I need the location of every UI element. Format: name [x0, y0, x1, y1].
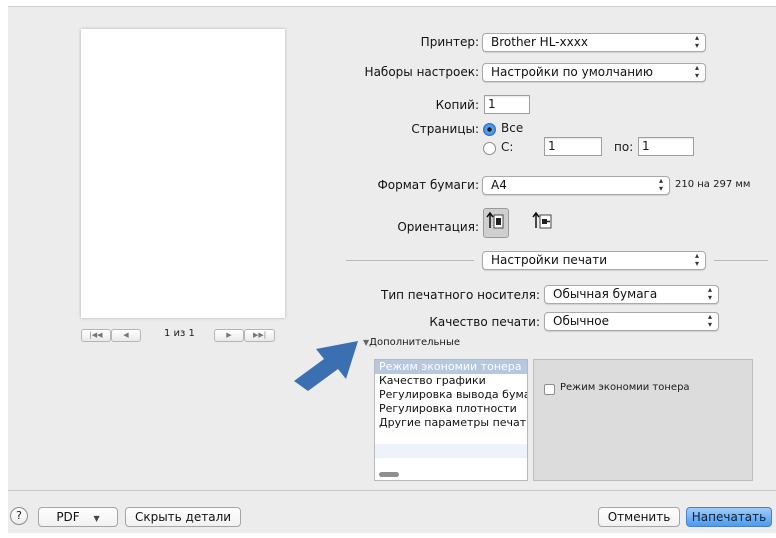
previous-page-button[interactable]: ◀	[111, 329, 141, 342]
pages-to-field[interactable]: 1	[638, 137, 694, 156]
pages-all-label: Все	[501, 121, 524, 135]
page-indicator: 1 из 1	[164, 328, 195, 339]
list-item[interactable]: Регулировка плотности	[375, 402, 527, 416]
print-quality-select[interactable]: Обычное ▴ ▾	[544, 312, 719, 331]
paper-size-value: A4	[491, 178, 507, 192]
popup-arrows-icon: ▴ ▾	[694, 33, 699, 50]
advanced-disclosure[interactable]: ▼Дополнительные	[363, 337, 460, 348]
media-type-value: Обычная бумага	[553, 287, 658, 301]
next-page-icon: ▶	[226, 331, 232, 339]
chevron-down-icon: ▼	[93, 514, 100, 523]
toner-save-label: Режим экономии тонера	[560, 382, 690, 393]
section-value: Настройки печати	[491, 253, 608, 267]
presets-value: Настройки по умолчанию	[491, 65, 653, 79]
advanced-option-panel: Режим экономии тонера	[533, 359, 753, 481]
media-type-select[interactable]: Обычная бумага ▴ ▾	[544, 285, 719, 304]
help-label: ?	[16, 509, 22, 522]
pdf-label: PDF	[56, 510, 80, 524]
paper-dimensions: 210 на 297 мм	[675, 179, 751, 190]
pages-label: Страницы:	[411, 122, 479, 136]
pages-from-field[interactable]: 1	[544, 137, 602, 156]
printer-label: Принтер:	[420, 35, 479, 49]
cancel-button[interactable]: Отменить	[598, 507, 680, 527]
list-item[interactable]: Качество графики	[375, 374, 527, 388]
page-preview	[81, 29, 285, 318]
empty-row	[375, 430, 527, 444]
paper-size-label: Формат бумаги:	[377, 178, 479, 192]
pages-range-radio[interactable]	[483, 142, 496, 155]
toner-save-checkbox[interactable]	[544, 384, 555, 395]
printer-select[interactable]: Brother HL-xxxx ▴ ▾	[482, 33, 706, 52]
presets-select[interactable]: Настройки по умолчанию ▴ ▾	[482, 63, 706, 82]
hide-details-button[interactable]: Скрыть детали	[125, 507, 241, 527]
list-scrollbar[interactable]	[379, 472, 399, 477]
list-item[interactable]: Другие параметры печати	[375, 416, 527, 430]
pages-from-label: С:	[501, 140, 514, 154]
advanced-options-list[interactable]: Режим экономии тонера Качество графики Р…	[374, 359, 528, 481]
first-page-icon: |◀◀	[89, 331, 103, 339]
footer-separator	[8, 490, 776, 491]
empty-row	[375, 458, 527, 472]
popup-arrows-icon: ▴ ▾	[707, 285, 712, 302]
pdf-menu-button[interactable]: PDF ▼	[38, 507, 118, 527]
previous-page-icon: ◀	[123, 331, 129, 339]
landscape-orientation-icon	[532, 211, 552, 229]
advanced-label: Дополнительные	[369, 337, 461, 348]
popup-arrows-icon: ▴ ▾	[694, 251, 699, 268]
print-quality-label: Качество печати:	[429, 315, 540, 329]
first-page-button[interactable]: |◀◀	[81, 329, 111, 342]
popup-arrows-icon: ▴ ▾	[694, 63, 699, 80]
presets-label: Наборы настроек:	[364, 65, 479, 79]
print-quality-value: Обычное	[553, 314, 609, 328]
paper-size-select[interactable]: A4 ▴ ▾	[482, 176, 670, 195]
pages-all-radio[interactable]	[483, 123, 496, 136]
list-item[interactable]: Регулировка вывода бумаги	[375, 388, 527, 402]
landscape-orientation-button[interactable]	[530, 208, 556, 238]
print-dialog: |◀◀ ◀ 1 из 1 ▶ ▶▶| Принтер: Brother HL-x…	[8, 6, 776, 533]
portrait-orientation-icon	[486, 211, 504, 229]
section-select[interactable]: Настройки печати ▴ ▾	[482, 251, 706, 270]
media-type-label: Тип печатного носителя:	[381, 288, 540, 302]
callout-arrow-icon	[294, 341, 358, 391]
help-button[interactable]: ?	[10, 507, 28, 525]
copies-label: Копий:	[435, 98, 479, 112]
last-page-icon: ▶▶|	[252, 331, 267, 339]
orientation-label: Ориентация:	[397, 220, 479, 234]
empty-row	[375, 444, 527, 458]
print-button[interactable]: Напечатать	[686, 507, 772, 527]
last-page-button[interactable]: ▶▶|	[244, 329, 275, 342]
portrait-orientation-button[interactable]	[483, 208, 509, 238]
separator-right	[714, 260, 768, 261]
copies-field[interactable]: 1	[484, 95, 530, 114]
next-page-button[interactable]: ▶	[214, 329, 244, 342]
list-item[interactable]: Режим экономии тонера	[375, 360, 527, 374]
pages-to-label: по:	[614, 140, 634, 154]
printer-value: Brother HL-xxxx	[491, 35, 588, 49]
popup-arrows-icon: ▴ ▾	[707, 312, 712, 329]
popup-arrows-icon: ▴ ▾	[658, 176, 663, 193]
separator-left	[346, 260, 474, 261]
